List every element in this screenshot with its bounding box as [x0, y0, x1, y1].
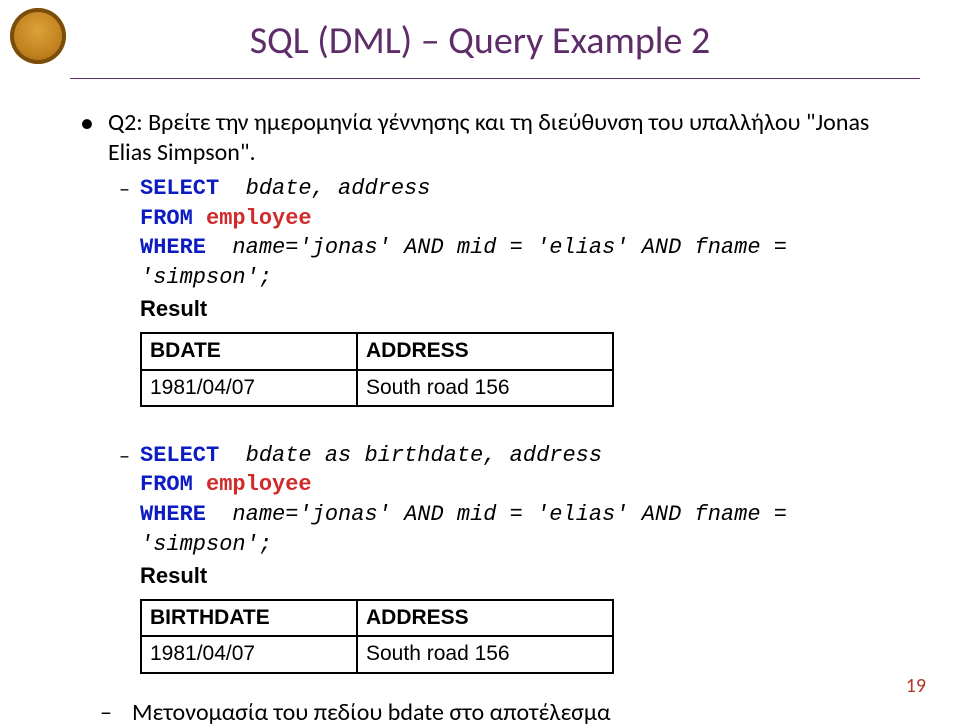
query1-line2: FROM employee — [140, 204, 900, 234]
title-underline — [70, 78, 920, 79]
result1-label: Result — [140, 295, 900, 323]
page-number: 19 — [906, 674, 926, 698]
query1-line3: WHERE name='jonas' AND mid = 'elias' AND… — [140, 233, 900, 292]
note-text: Μετονομασία του πεδίου bdate στο αποτέλε… — [132, 698, 611, 728]
slide-body: Q2: Βρείτε την ημερομηνία γέννησης και τ… — [80, 108, 900, 728]
question-bullet: Q2: Βρείτε την ημερομηνία γέννησης και τ… — [80, 108, 900, 168]
note-row: – Μετονομασία του πεδίου bdate στο αποτέ… — [100, 698, 900, 728]
query2-line3: WHERE name='jonas' AND mid = 'elias' AND… — [140, 500, 900, 559]
query2-line1: – SELECT bdate as birthdate, address — [80, 441, 900, 471]
result2-table: BIRTHDATEADDRESS 1981/04/07South road 15… — [140, 599, 614, 674]
question-text: Q2: Βρείτε την ημερομηνία γέννησης και τ… — [108, 108, 900, 168]
result1-table: BDATEADDRESS 1981/04/07South road 156 — [140, 332, 614, 407]
slide-title: SQL (DML) – Query Example 2 — [0, 18, 960, 64]
query2-line2: FROM employee — [140, 470, 900, 500]
query1-line1: – SELECT bdate, address — [80, 174, 900, 204]
result2-label: Result — [140, 562, 900, 590]
